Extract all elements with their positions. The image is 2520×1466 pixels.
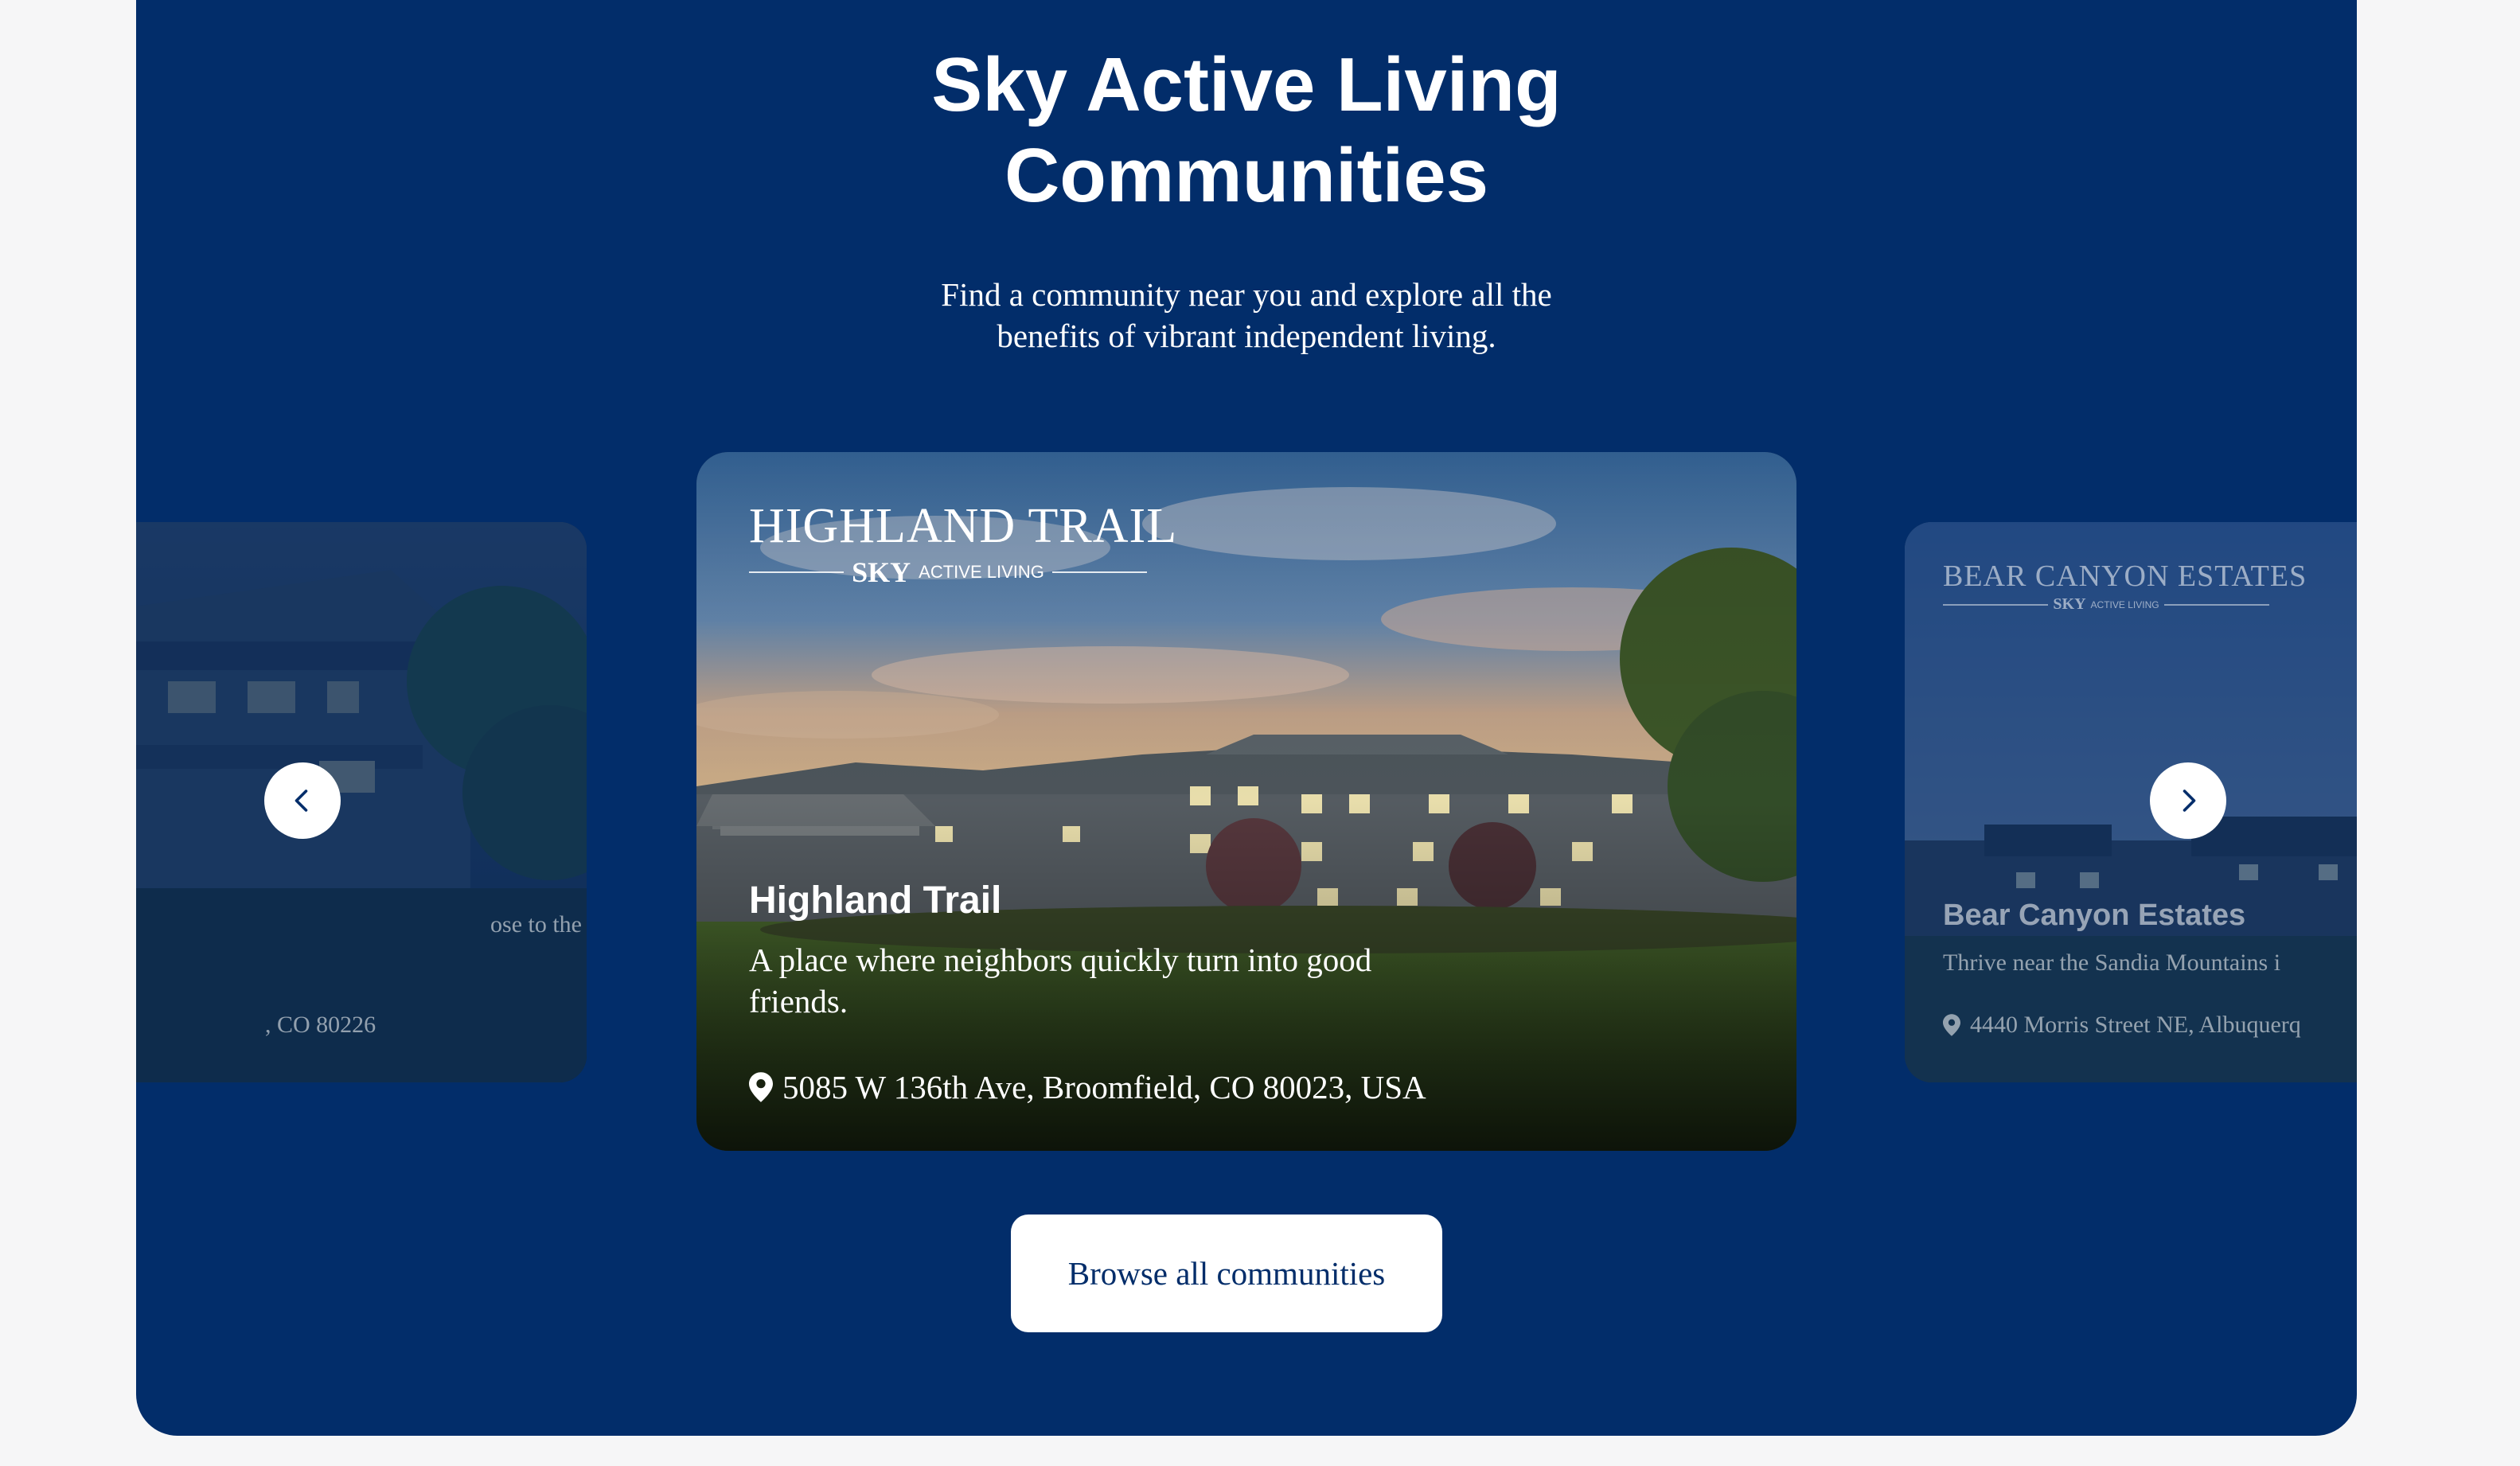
community-card-highland-trail[interactable]: HIGHLAND TRAIL SKY ACTIVE LIVING Highlan… [696, 452, 1796, 1151]
logo-title: BEAR CANYON ESTATES [1943, 559, 2307, 593]
logo-tagline-text: ACTIVE LIVING [2090, 598, 2159, 610]
card-title: Highland Trail [749, 879, 1002, 922]
location-pin-icon [749, 1072, 773, 1102]
chevron-left-icon [295, 790, 308, 812]
community-card-previous[interactable]: ose to the , CO 80226 [136, 522, 587, 1082]
logo-brand: SKY [852, 556, 911, 588]
card-address: , CO 80226 [265, 1009, 376, 1041]
logo-rule-left [1943, 603, 2049, 606]
card-address-text: 5085 W 136th Ave, Broomfield, CO 80023, … [782, 1069, 1426, 1105]
logo-tagline: SKY ACTIVE LIVING [749, 556, 1147, 589]
card-address: 5085 W 136th Ave, Broomfield, CO 80023, … [749, 1066, 1426, 1108]
card-description: ose to the [490, 911, 582, 938]
logo-rule-left [749, 571, 845, 573]
communities-section: Sky Active Living Communities Find a com… [136, 0, 2357, 1436]
logo-rule-right [1051, 571, 1147, 573]
logo-tagline-text: ACTIVE LIVING [919, 562, 1044, 582]
card-address: 4440 Morris Street NE, Albuquerq [1943, 1009, 2301, 1041]
highland-trail-logo: HIGHLAND TRAIL SKY ACTIVE LIVING [749, 497, 1178, 589]
section-subtitle: Find a community near you and explore al… [136, 274, 2357, 357]
heading-line-1: Sky Active Living [931, 42, 1562, 127]
bear-canyon-logo: BEAR CANYON ESTATES SKY ACTIVE LIVING [1943, 557, 2307, 614]
card-description: A place where neighbors quickly turn int… [749, 942, 1372, 1020]
card-description: Thrive near the Sandia Mountains i [1943, 949, 2281, 976]
location-pin-icon [1943, 1014, 1960, 1036]
heading-line-2: Communities [1004, 133, 1489, 218]
carousel-next-button[interactable] [2150, 762, 2226, 839]
section-heading: Sky Active Living Communities [136, 40, 2357, 221]
logo-rule-right [2163, 603, 2269, 606]
card-title: Bear Canyon Estates [1943, 899, 2246, 932]
logo-tagline: SKY ACTIVE LIVING [1943, 595, 2269, 614]
carousel-prev-button[interactable] [264, 762, 341, 839]
subtitle-line-2: benefits of vibrant independent living. [997, 318, 1496, 354]
logo-title: HIGHLAND TRAIL [749, 499, 1178, 553]
inactive-overlay [136, 522, 587, 1082]
logo-brand: SKY [2053, 595, 2086, 613]
card-address-text: 4440 Morris Street NE, Albuquerq [1970, 1012, 2301, 1038]
community-card-bear-canyon-estates[interactable]: BEAR CANYON ESTATES SKY ACTIVE LIVING Be… [1905, 522, 2357, 1082]
chevron-right-icon [2183, 790, 2196, 812]
browse-all-communities-button[interactable]: Browse all communities [1011, 1215, 1442, 1332]
subtitle-line-1: Find a community near you and explore al… [941, 276, 1552, 313]
card-address-text: , CO 80226 [265, 1012, 376, 1038]
